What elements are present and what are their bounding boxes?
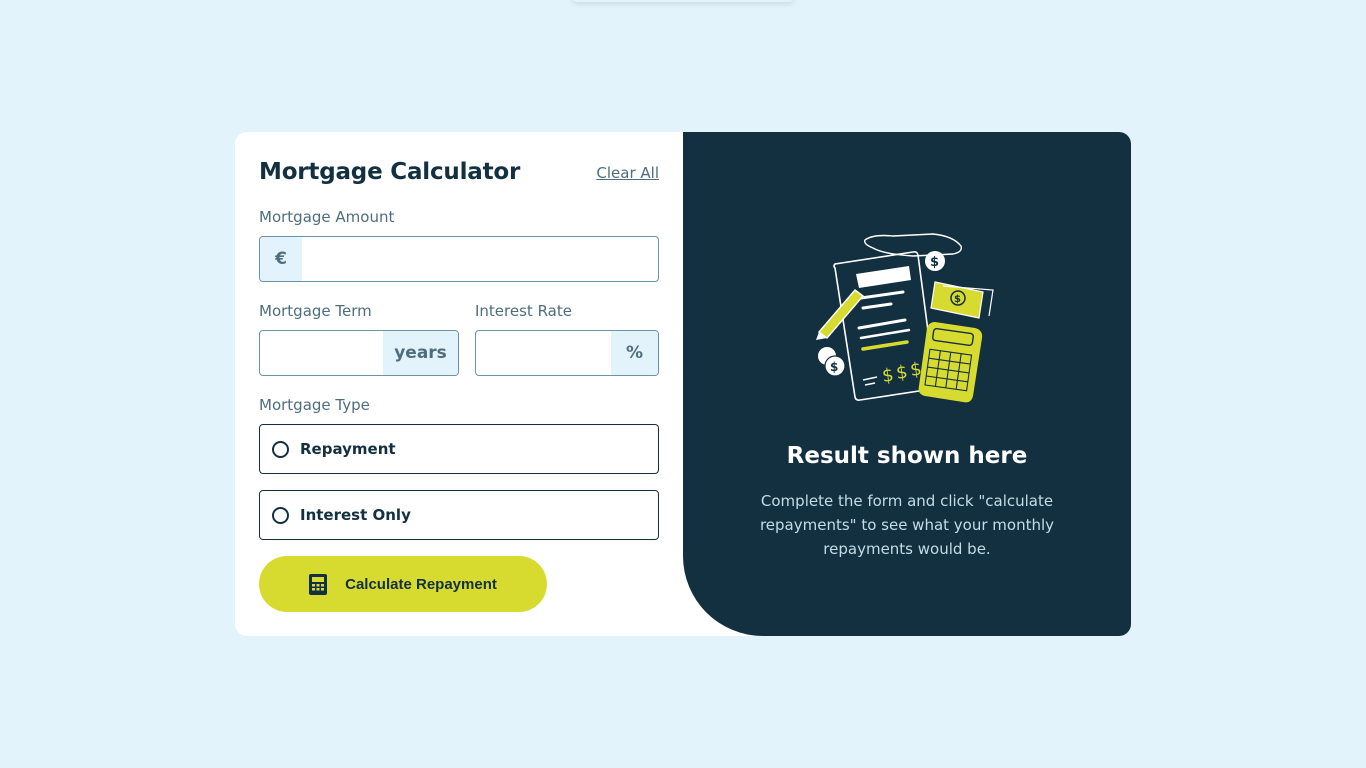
mortgage-term-label: Mortgage Term bbox=[259, 302, 372, 320]
calculate-repayment-label: Calculate Repayment bbox=[345, 575, 497, 593]
radio-repayment-label: Repayment bbox=[300, 440, 396, 458]
mortgage-amount-label: Mortgage Amount bbox=[259, 208, 395, 226]
interest-rate-field[interactable]: % bbox=[475, 330, 659, 376]
radio-repayment[interactable]: Repayment bbox=[259, 424, 659, 474]
mortgage-amount-field[interactable]: € bbox=[259, 236, 659, 282]
result-title: Result shown here bbox=[786, 443, 1028, 469]
currency-prefix: € bbox=[260, 237, 302, 281]
svg-text:$: $ bbox=[954, 294, 961, 305]
mortgage-amount-input[interactable] bbox=[302, 237, 658, 281]
clear-all-button[interactable]: Clear All bbox=[596, 164, 659, 182]
calculate-repayment-button[interactable]: Calculate Repayment bbox=[259, 556, 547, 612]
mortgage-term-field[interactable]: years bbox=[259, 330, 459, 376]
mortgage-type-label: Mortgage Type bbox=[259, 396, 370, 414]
page-title: Mortgage Calculator bbox=[259, 159, 521, 185]
radio-circle-icon[interactable] bbox=[272, 440, 289, 458]
calculator-icon bbox=[309, 573, 328, 595]
top-shadow-decoration bbox=[572, 0, 794, 2]
radio-circle-icon[interactable] bbox=[272, 506, 289, 524]
svg-text:$: $ bbox=[895, 362, 909, 384]
result-description: Complete the form and click "calculate r… bbox=[759, 492, 1055, 558]
mortgage-calculator-card: Mortgage Calculator Clear All Mortgage A… bbox=[235, 132, 1131, 636]
radio-interest-only-label: Interest Only bbox=[300, 506, 411, 524]
radio-interest-only[interactable]: Interest Only bbox=[259, 490, 659, 540]
interest-rate-label: Interest Rate bbox=[475, 302, 572, 320]
empty-results-illustration: $ $ $ $ $ $ bbox=[816, 233, 994, 403]
percent-suffix: % bbox=[611, 331, 658, 375]
mortgage-form: Mortgage Calculator Clear All Mortgage A… bbox=[259, 132, 659, 636]
svg-text:$: $ bbox=[930, 255, 939, 270]
svg-text:$: $ bbox=[830, 360, 838, 374]
mortgage-term-input[interactable] bbox=[260, 331, 383, 375]
results-panel: $ $ $ $ $ $ Result shown here Complete t… bbox=[683, 132, 1131, 636]
years-suffix: years bbox=[383, 331, 458, 375]
svg-text:$: $ bbox=[881, 365, 895, 387]
interest-rate-input[interactable] bbox=[476, 331, 611, 375]
